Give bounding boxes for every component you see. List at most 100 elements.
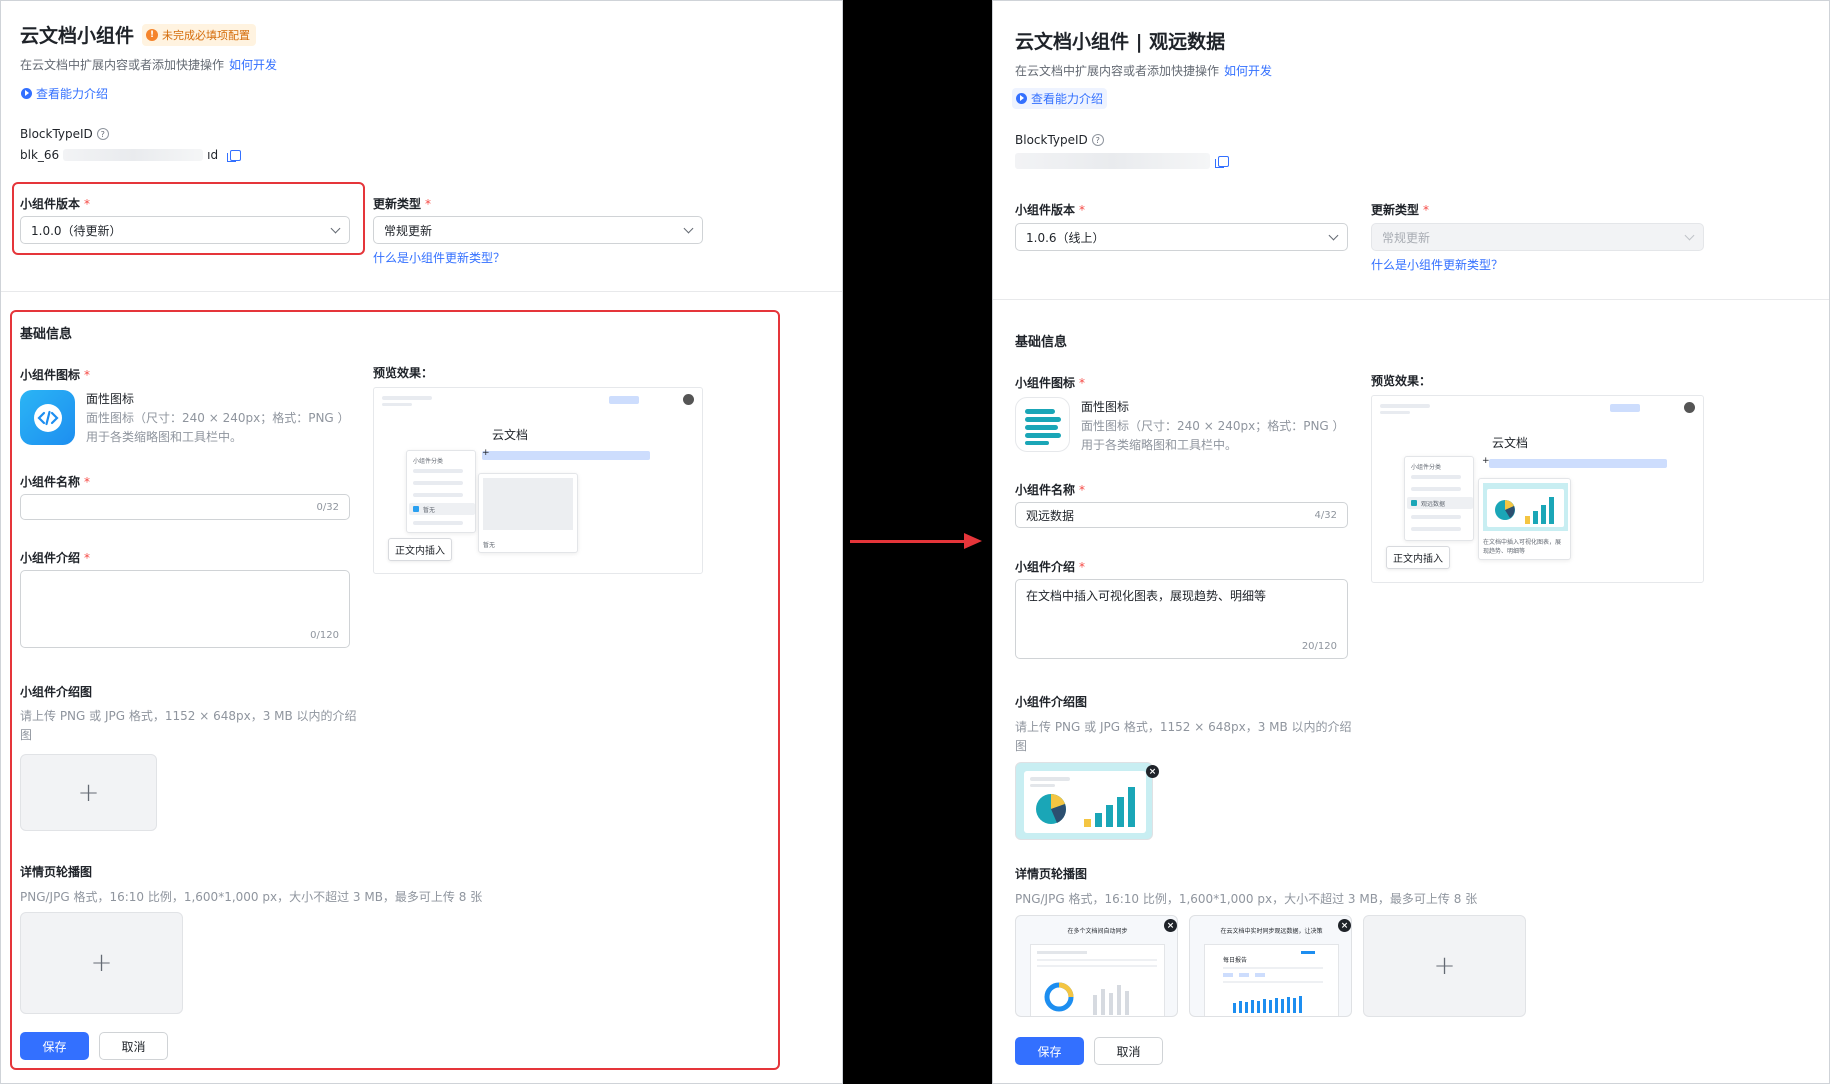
view-capability-link-text: 查看能力介绍 <box>1031 91 1104 106</box>
status-badge-text: 未完成必填项配置 <box>162 28 251 42</box>
version-label-row: 小组件版本 * <box>1015 199 1085 218</box>
required-mark: * <box>84 550 91 565</box>
text-lines-icon[interactable] <box>1015 397 1070 452</box>
intro-image-thumbnail[interactable] <box>1015 762 1153 840</box>
before-panel: 云文档小组件 ! 未完成必填项配置 在云文档中扩展内容或者添加快捷操作 如何开发… <box>0 0 843 1084</box>
page-subtitle: 在云文档中扩展内容或者添加快捷操作 <box>20 58 225 72</box>
page-subtitle: 在云文档中扩展内容或者添加快捷操作 <box>1015 64 1220 78</box>
update-type-help-link[interactable]: 什么是小组件更新类型？ <box>373 251 505 265</box>
intro-image-label: 小组件介绍图 <box>1015 695 1088 709</box>
block-type-value-row: blk_66 ıd <box>20 148 242 162</box>
copy-icon[interactable] <box>1215 155 1229 168</box>
preview-topbar <box>1380 404 1430 408</box>
intro-link-wrap: 查看能力介绍 <box>1012 86 1108 109</box>
preview-item-name: 观远数据 <box>1421 501 1446 508</box>
block-type-redacted <box>63 149 204 161</box>
block-type-redacted <box>1015 153 1210 169</box>
preview-topbar <box>382 403 412 406</box>
required-mark: * <box>1079 559 1086 574</box>
version-select[interactable]: 1.0.6（线上） <box>1015 223 1348 251</box>
preview-frame: 云文档 + 小组件分类 暂无 暂无 正文内插入 <box>373 387 703 574</box>
preview-label: 预览效果： <box>373 366 434 380</box>
how-to-develop-link[interactable]: 如何开发 <box>229 56 277 73</box>
chevron-down-icon <box>1684 230 1695 240</box>
update-help-wrap: 什么是小组件更新类型？ <box>1371 254 1503 273</box>
name-label-row: 小组件名称 * <box>1015 479 1085 498</box>
view-capability-link[interactable]: 查看能力介绍 <box>1012 87 1108 109</box>
version-select[interactable]: 1.0.0（待更新） <box>20 216 350 244</box>
intro-image-upload[interactable]: + <box>20 754 157 831</box>
save-button[interactable]: 保存 <box>20 1032 89 1060</box>
cancel-button[interactable]: 取消 <box>1094 1037 1163 1065</box>
subtitle-row: 在云文档中扩展内容或者添加快捷操作 如何开发 <box>20 56 277 73</box>
how-to-develop-link[interactable]: 如何开发 <box>1224 62 1272 79</box>
version-label: 小组件版本 * <box>1015 201 1085 218</box>
chevron-down-icon <box>1328 230 1339 240</box>
update-type-select: 常规更新 <box>1371 223 1704 251</box>
carousel-upload[interactable]: + <box>20 912 183 1014</box>
view-capability-link[interactable]: 查看能力介绍 <box>17 83 112 104</box>
widget-intro-textarea[interactable]: 0/120 <box>20 570 350 648</box>
preview-widget-desc-1: 在文档中插入可视化图表，展 <box>1483 539 1562 546</box>
required-mark: * <box>84 196 91 211</box>
preview-widget-desc-2: 现趋势、明细等 <box>1483 548 1526 555</box>
icon-label-row: 小组件图标 * <box>1015 372 1085 391</box>
status-badge: ! 未完成必填项配置 <box>142 23 257 46</box>
preview-widget-image <box>483 478 573 530</box>
chevron-down-icon <box>683 223 694 233</box>
block-type-label: BlockTypeID ? <box>1015 133 1104 147</box>
warning-icon: ! <box>146 28 159 41</box>
widget-icon-label-text: 小组件图标 <box>1015 376 1076 390</box>
arrow-head <box>964 533 982 549</box>
preview-menu-title: 小组件分类 <box>413 458 444 465</box>
block-type-suffix: ıd <box>207 148 219 162</box>
close-icon[interactable]: × <box>1146 765 1159 778</box>
copy-icon[interactable] <box>227 149 242 162</box>
section-title-basic-info: 基础信息 <box>1015 335 1068 350</box>
intro-image-label: 小组件介绍图 <box>20 685 93 699</box>
carousel-thumbnail-2[interactable]: 在云文档中实时同步观远数据，让决策 每日报告 <box>1189 915 1352 1017</box>
close-icon[interactable]: × <box>1164 919 1177 932</box>
icon-desc-2: 用于各类缩略图和工具栏中。 <box>1081 438 1238 452</box>
block-type-label-row: BlockTypeID ? <box>20 123 109 142</box>
block-type-label-text: BlockTypeID <box>20 127 93 141</box>
carousel-label: 详情页轮播图 <box>1015 867 1088 881</box>
preview-frame: 云文档 + 小组件分类 观远数据 在文档中插入可视化图表，展 现趋势、明细等 正… <box>1371 395 1704 583</box>
widget-intro-textarea[interactable]: 在文档中插入可视化图表，展现趋势、明细等 20/120 <box>1015 579 1348 659</box>
update-type-select[interactable]: 常规更新 <box>373 216 703 244</box>
preview-menu-card: 小组件分类 暂无 <box>406 450 476 533</box>
preview-doc-title: 云文档 <box>1492 436 1529 450</box>
cancel-button[interactable]: 取消 <box>99 1032 168 1060</box>
update-type-label-text: 更新类型 <box>1371 203 1420 217</box>
preview-item-icon <box>1411 500 1417 506</box>
carousel-desc: PNG/JPG 格式，16:10 比例，1,600*1,000 px，大小不超过… <box>20 890 483 904</box>
save-button[interactable]: 保存 <box>1015 1037 1084 1065</box>
update-type-value: 常规更新 <box>384 223 433 238</box>
icon-type-title: 面性图标 <box>86 392 135 406</box>
icon-desc-1: 面性图标（尺寸：240 × 240px；格式：PNG ） <box>86 411 350 425</box>
preview-item-name: 暂无 <box>423 507 436 514</box>
help-icon[interactable]: ? <box>1091 134 1104 146</box>
carousel-upload[interactable]: + <box>1363 915 1526 1017</box>
preview-menu-active: 观远数据 <box>1407 497 1473 509</box>
preview-menu-line <box>413 469 463 473</box>
preview-insert-tag: 正文内插入 <box>388 538 452 561</box>
code-widget-icon[interactable] <box>20 390 75 445</box>
icon-desc-2: 用于各类缩略图和工具栏中。 <box>86 430 243 444</box>
header: 云文档小组件 ! 未完成必填项配置 <box>20 21 257 48</box>
widget-name-input[interactable]: 0/32 <box>20 494 350 520</box>
name-label-row: 小组件名称 * <box>20 471 90 490</box>
widget-name-input[interactable]: 观远数据 4/32 <box>1015 502 1348 528</box>
plus-icon: + <box>90 948 113 978</box>
required-mark: * <box>84 367 91 382</box>
required-mark: * <box>1079 482 1086 497</box>
intro-image-desc-2: 图 <box>20 728 33 742</box>
help-icon[interactable]: ? <box>96 128 109 140</box>
carousel-thumbnail-2-title: 在云文档中实时同步观远数据，让决策 <box>1220 928 1323 935</box>
version-select-value: 1.0.6（线上） <box>1026 230 1105 245</box>
update-type-help-link[interactable]: 什么是小组件更新类型？ <box>1371 258 1503 272</box>
close-icon[interactable]: × <box>1338 919 1351 932</box>
preview-toolbar-button <box>1610 404 1640 412</box>
preview-menu-active: 暂无 <box>409 503 475 515</box>
carousel-thumbnail-1[interactable]: 在多个文档间自动同步 <box>1015 915 1178 1017</box>
